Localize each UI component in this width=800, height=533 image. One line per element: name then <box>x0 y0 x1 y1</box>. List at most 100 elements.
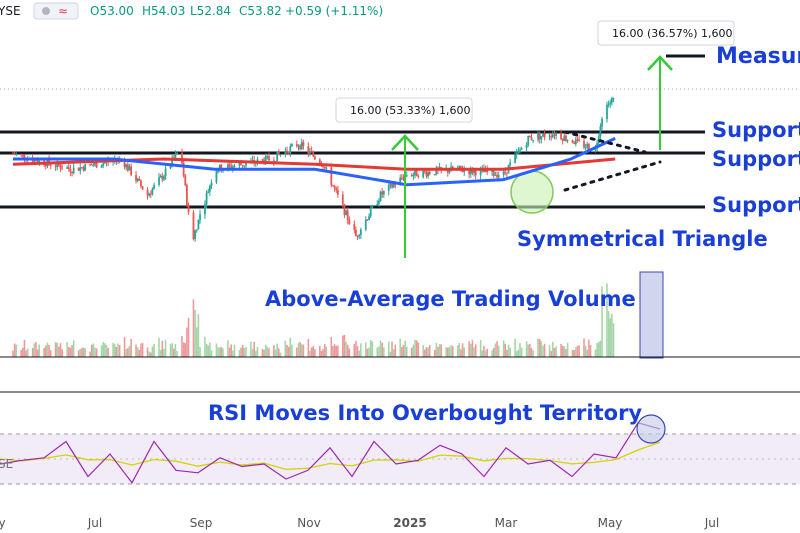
volume-bar <box>322 349 324 357</box>
candle <box>530 132 533 141</box>
candle <box>279 153 282 157</box>
volume-bar <box>127 348 129 357</box>
volume-bar <box>20 350 22 357</box>
volume-bar <box>207 345 210 357</box>
volume-bar <box>566 342 569 357</box>
volume-bar <box>61 349 63 357</box>
volume-bar <box>194 309 196 357</box>
candle <box>125 163 128 171</box>
volume-bar <box>287 346 290 357</box>
candle <box>607 100 610 108</box>
volume-bar <box>325 346 328 357</box>
candle <box>208 184 211 196</box>
volume-bar <box>250 341 252 357</box>
volume-bar <box>240 347 242 357</box>
volume-bar <box>519 343 521 357</box>
candle <box>141 186 144 190</box>
eye-toggle-button[interactable] <box>33 2 79 20</box>
candle <box>332 184 334 187</box>
volume-bar <box>571 349 574 357</box>
x-tick-label: May <box>598 516 623 530</box>
volume-bar <box>314 349 316 357</box>
volume-bar <box>117 343 119 357</box>
volume-bar <box>123 336 126 357</box>
volume-bar <box>479 339 482 357</box>
volume-bar <box>573 349 575 357</box>
volume-bar <box>561 345 564 357</box>
candle <box>159 174 162 178</box>
volume-bar <box>563 346 566 357</box>
volume-bar <box>220 346 223 357</box>
volume-bar <box>54 342 57 357</box>
volume-bar <box>529 343 531 357</box>
volume-bar <box>502 340 505 357</box>
candle <box>192 210 195 241</box>
volume-bar <box>159 349 162 357</box>
volume-bar <box>378 346 380 357</box>
candle <box>130 163 133 177</box>
volume-bar <box>389 351 392 357</box>
volume-bar <box>264 344 267 357</box>
volume-bar <box>345 341 347 357</box>
candle <box>21 153 24 158</box>
volume-bar <box>437 346 439 357</box>
candle <box>299 144 302 151</box>
volume-bar <box>95 348 98 357</box>
candle <box>161 172 164 183</box>
volume-bar <box>412 344 415 357</box>
volume-bar <box>140 343 142 357</box>
volume-bar <box>537 338 539 357</box>
candle <box>366 219 369 221</box>
volume-bar <box>44 345 47 357</box>
volume-bar <box>209 342 211 357</box>
candle <box>59 163 62 172</box>
volume-bar <box>448 346 451 357</box>
volume-bar <box>141 342 144 357</box>
candle <box>135 170 137 184</box>
volume-bar <box>113 344 116 357</box>
volume-bar <box>256 346 259 357</box>
measure-annotation: Measure <box>716 44 800 69</box>
candle <box>77 167 80 172</box>
candle <box>90 162 93 166</box>
volume-bar <box>450 345 452 357</box>
volume-bar <box>543 343 546 357</box>
candle <box>532 139 535 144</box>
candle <box>355 226 357 237</box>
volume-bar <box>405 346 408 357</box>
volume-bar <box>550 351 552 357</box>
volume-bar <box>135 344 137 357</box>
volume-bar <box>514 338 516 357</box>
volume-bar <box>358 350 361 357</box>
candle <box>266 155 269 160</box>
volume-bar <box>215 343 218 357</box>
volume-bar <box>12 350 14 357</box>
volume-bar <box>118 345 121 357</box>
volume-bar <box>548 345 551 357</box>
volume-bar <box>399 338 402 357</box>
candle <box>528 135 531 138</box>
volume-bar <box>310 347 313 357</box>
volume-bar <box>583 338 585 357</box>
volume-bar <box>597 341 600 357</box>
candle <box>576 136 579 143</box>
volume-bar <box>204 336 206 357</box>
volume-bar <box>79 348 82 357</box>
volume-bar <box>578 345 580 357</box>
volume-bar <box>100 345 103 357</box>
volume-bar <box>186 327 188 357</box>
volume-bar <box>171 343 173 357</box>
volume-bar <box>366 348 369 357</box>
candle <box>584 143 587 150</box>
candle <box>346 207 349 225</box>
symbol-fragment: YSE <box>0 4 21 18</box>
volume-bar <box>460 349 462 357</box>
volume-bar <box>82 347 85 357</box>
candle <box>126 162 129 172</box>
volume-bar <box>26 348 29 357</box>
volume-bar <box>217 347 219 357</box>
volume-bar <box>542 345 544 357</box>
volume-bar <box>218 347 221 357</box>
candle <box>343 203 346 219</box>
volume-bar <box>268 348 270 357</box>
